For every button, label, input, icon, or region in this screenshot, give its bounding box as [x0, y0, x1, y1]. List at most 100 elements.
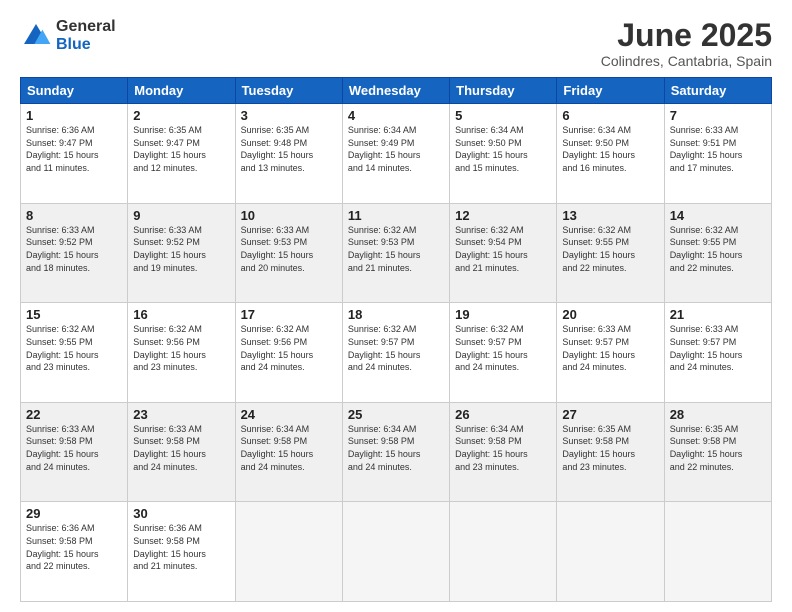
day-info: Sunrise: 6:36 AM Sunset: 9:58 PM Dayligh… [133, 522, 229, 572]
day-number: 19 [455, 307, 551, 322]
header-tuesday: Tuesday [235, 78, 342, 104]
header-sunday: Sunday [21, 78, 128, 104]
day-info: Sunrise: 6:32 AM Sunset: 9:57 PM Dayligh… [455, 323, 551, 373]
day-info: Sunrise: 6:34 AM Sunset: 9:49 PM Dayligh… [348, 124, 444, 174]
table-row: 27Sunrise: 6:35 AM Sunset: 9:58 PM Dayli… [557, 402, 664, 502]
logo-general: General [56, 18, 116, 36]
day-number: 20 [562, 307, 658, 322]
table-row: 3Sunrise: 6:35 AM Sunset: 9:48 PM Daylig… [235, 104, 342, 204]
table-row: 20Sunrise: 6:33 AM Sunset: 9:57 PM Dayli… [557, 303, 664, 403]
logo-icon [20, 20, 52, 52]
table-row [557, 502, 664, 602]
day-info: Sunrise: 6:32 AM Sunset: 9:53 PM Dayligh… [348, 224, 444, 274]
day-number: 29 [26, 506, 122, 521]
day-number: 17 [241, 307, 337, 322]
table-row [664, 502, 771, 602]
day-info: Sunrise: 6:34 AM Sunset: 9:58 PM Dayligh… [348, 423, 444, 473]
calendar-table: Sunday Monday Tuesday Wednesday Thursday… [20, 77, 772, 602]
day-number: 3 [241, 108, 337, 123]
day-info: Sunrise: 6:33 AM Sunset: 9:57 PM Dayligh… [562, 323, 658, 373]
calendar-week-row: 15Sunrise: 6:32 AM Sunset: 9:55 PM Dayli… [21, 303, 772, 403]
day-info: Sunrise: 6:34 AM Sunset: 9:58 PM Dayligh… [455, 423, 551, 473]
day-number: 13 [562, 208, 658, 223]
table-row: 2Sunrise: 6:35 AM Sunset: 9:47 PM Daylig… [128, 104, 235, 204]
table-row: 24Sunrise: 6:34 AM Sunset: 9:58 PM Dayli… [235, 402, 342, 502]
day-info: Sunrise: 6:33 AM Sunset: 9:52 PM Dayligh… [133, 224, 229, 274]
table-row: 1Sunrise: 6:36 AM Sunset: 9:47 PM Daylig… [21, 104, 128, 204]
day-number: 18 [348, 307, 444, 322]
day-info: Sunrise: 6:35 AM Sunset: 9:48 PM Dayligh… [241, 124, 337, 174]
header-saturday: Saturday [664, 78, 771, 104]
table-row: 17Sunrise: 6:32 AM Sunset: 9:56 PM Dayli… [235, 303, 342, 403]
table-row: 18Sunrise: 6:32 AM Sunset: 9:57 PM Dayli… [342, 303, 449, 403]
table-row: 22Sunrise: 6:33 AM Sunset: 9:58 PM Dayli… [21, 402, 128, 502]
table-row [342, 502, 449, 602]
day-number: 14 [670, 208, 766, 223]
day-number: 24 [241, 407, 337, 422]
day-info: Sunrise: 6:34 AM Sunset: 9:58 PM Dayligh… [241, 423, 337, 473]
logo-text: General Blue [56, 18, 116, 53]
day-number: 6 [562, 108, 658, 123]
table-row: 19Sunrise: 6:32 AM Sunset: 9:57 PM Dayli… [450, 303, 557, 403]
day-number: 23 [133, 407, 229, 422]
day-info: Sunrise: 6:32 AM Sunset: 9:54 PM Dayligh… [455, 224, 551, 274]
table-row: 16Sunrise: 6:32 AM Sunset: 9:56 PM Dayli… [128, 303, 235, 403]
table-row: 15Sunrise: 6:32 AM Sunset: 9:55 PM Dayli… [21, 303, 128, 403]
table-row: 5Sunrise: 6:34 AM Sunset: 9:50 PM Daylig… [450, 104, 557, 204]
day-number: 15 [26, 307, 122, 322]
day-info: Sunrise: 6:36 AM Sunset: 9:58 PM Dayligh… [26, 522, 122, 572]
header-thursday: Thursday [450, 78, 557, 104]
day-info: Sunrise: 6:35 AM Sunset: 9:47 PM Dayligh… [133, 124, 229, 174]
day-number: 22 [26, 407, 122, 422]
day-info: Sunrise: 6:35 AM Sunset: 9:58 PM Dayligh… [670, 423, 766, 473]
table-row: 13Sunrise: 6:32 AM Sunset: 9:55 PM Dayli… [557, 203, 664, 303]
day-info: Sunrise: 6:33 AM Sunset: 9:57 PM Dayligh… [670, 323, 766, 373]
day-number: 1 [26, 108, 122, 123]
day-number: 8 [26, 208, 122, 223]
day-number: 25 [348, 407, 444, 422]
logo-blue: Blue [56, 36, 116, 54]
day-info: Sunrise: 6:33 AM Sunset: 9:51 PM Dayligh… [670, 124, 766, 174]
logo: General Blue [20, 18, 116, 53]
day-info: Sunrise: 6:32 AM Sunset: 9:55 PM Dayligh… [26, 323, 122, 373]
calendar-week-row: 29Sunrise: 6:36 AM Sunset: 9:58 PM Dayli… [21, 502, 772, 602]
day-info: Sunrise: 6:34 AM Sunset: 9:50 PM Dayligh… [562, 124, 658, 174]
table-row: 30Sunrise: 6:36 AM Sunset: 9:58 PM Dayli… [128, 502, 235, 602]
day-number: 4 [348, 108, 444, 123]
day-number: 21 [670, 307, 766, 322]
day-number: 10 [241, 208, 337, 223]
day-number: 12 [455, 208, 551, 223]
table-row: 10Sunrise: 6:33 AM Sunset: 9:53 PM Dayli… [235, 203, 342, 303]
day-info: Sunrise: 6:32 AM Sunset: 9:57 PM Dayligh… [348, 323, 444, 373]
table-row: 12Sunrise: 6:32 AM Sunset: 9:54 PM Dayli… [450, 203, 557, 303]
day-number: 28 [670, 407, 766, 422]
table-row: 7Sunrise: 6:33 AM Sunset: 9:51 PM Daylig… [664, 104, 771, 204]
table-row: 11Sunrise: 6:32 AM Sunset: 9:53 PM Dayli… [342, 203, 449, 303]
day-info: Sunrise: 6:32 AM Sunset: 9:56 PM Dayligh… [133, 323, 229, 373]
day-info: Sunrise: 6:34 AM Sunset: 9:50 PM Dayligh… [455, 124, 551, 174]
day-info: Sunrise: 6:33 AM Sunset: 9:53 PM Dayligh… [241, 224, 337, 274]
top-section: General Blue June 2025 Colindres, Cantab… [20, 18, 772, 69]
day-number: 2 [133, 108, 229, 123]
header-friday: Friday [557, 78, 664, 104]
day-info: Sunrise: 6:33 AM Sunset: 9:58 PM Dayligh… [26, 423, 122, 473]
day-number: 27 [562, 407, 658, 422]
table-row: 8Sunrise: 6:33 AM Sunset: 9:52 PM Daylig… [21, 203, 128, 303]
table-row: 14Sunrise: 6:32 AM Sunset: 9:55 PM Dayli… [664, 203, 771, 303]
table-row: 29Sunrise: 6:36 AM Sunset: 9:58 PM Dayli… [21, 502, 128, 602]
table-row: 4Sunrise: 6:34 AM Sunset: 9:49 PM Daylig… [342, 104, 449, 204]
table-row: 21Sunrise: 6:33 AM Sunset: 9:57 PM Dayli… [664, 303, 771, 403]
day-info: Sunrise: 6:36 AM Sunset: 9:47 PM Dayligh… [26, 124, 122, 174]
day-info: Sunrise: 6:32 AM Sunset: 9:55 PM Dayligh… [670, 224, 766, 274]
table-row: 23Sunrise: 6:33 AM Sunset: 9:58 PM Dayli… [128, 402, 235, 502]
day-info: Sunrise: 6:33 AM Sunset: 9:52 PM Dayligh… [26, 224, 122, 274]
table-row: 6Sunrise: 6:34 AM Sunset: 9:50 PM Daylig… [557, 104, 664, 204]
day-number: 16 [133, 307, 229, 322]
table-row: 25Sunrise: 6:34 AM Sunset: 9:58 PM Dayli… [342, 402, 449, 502]
day-number: 30 [133, 506, 229, 521]
table-row: 28Sunrise: 6:35 AM Sunset: 9:58 PM Dayli… [664, 402, 771, 502]
title-section: June 2025 Colindres, Cantabria, Spain [601, 18, 772, 69]
calendar-week-row: 8Sunrise: 6:33 AM Sunset: 9:52 PM Daylig… [21, 203, 772, 303]
day-info: Sunrise: 6:33 AM Sunset: 9:58 PM Dayligh… [133, 423, 229, 473]
table-row [450, 502, 557, 602]
